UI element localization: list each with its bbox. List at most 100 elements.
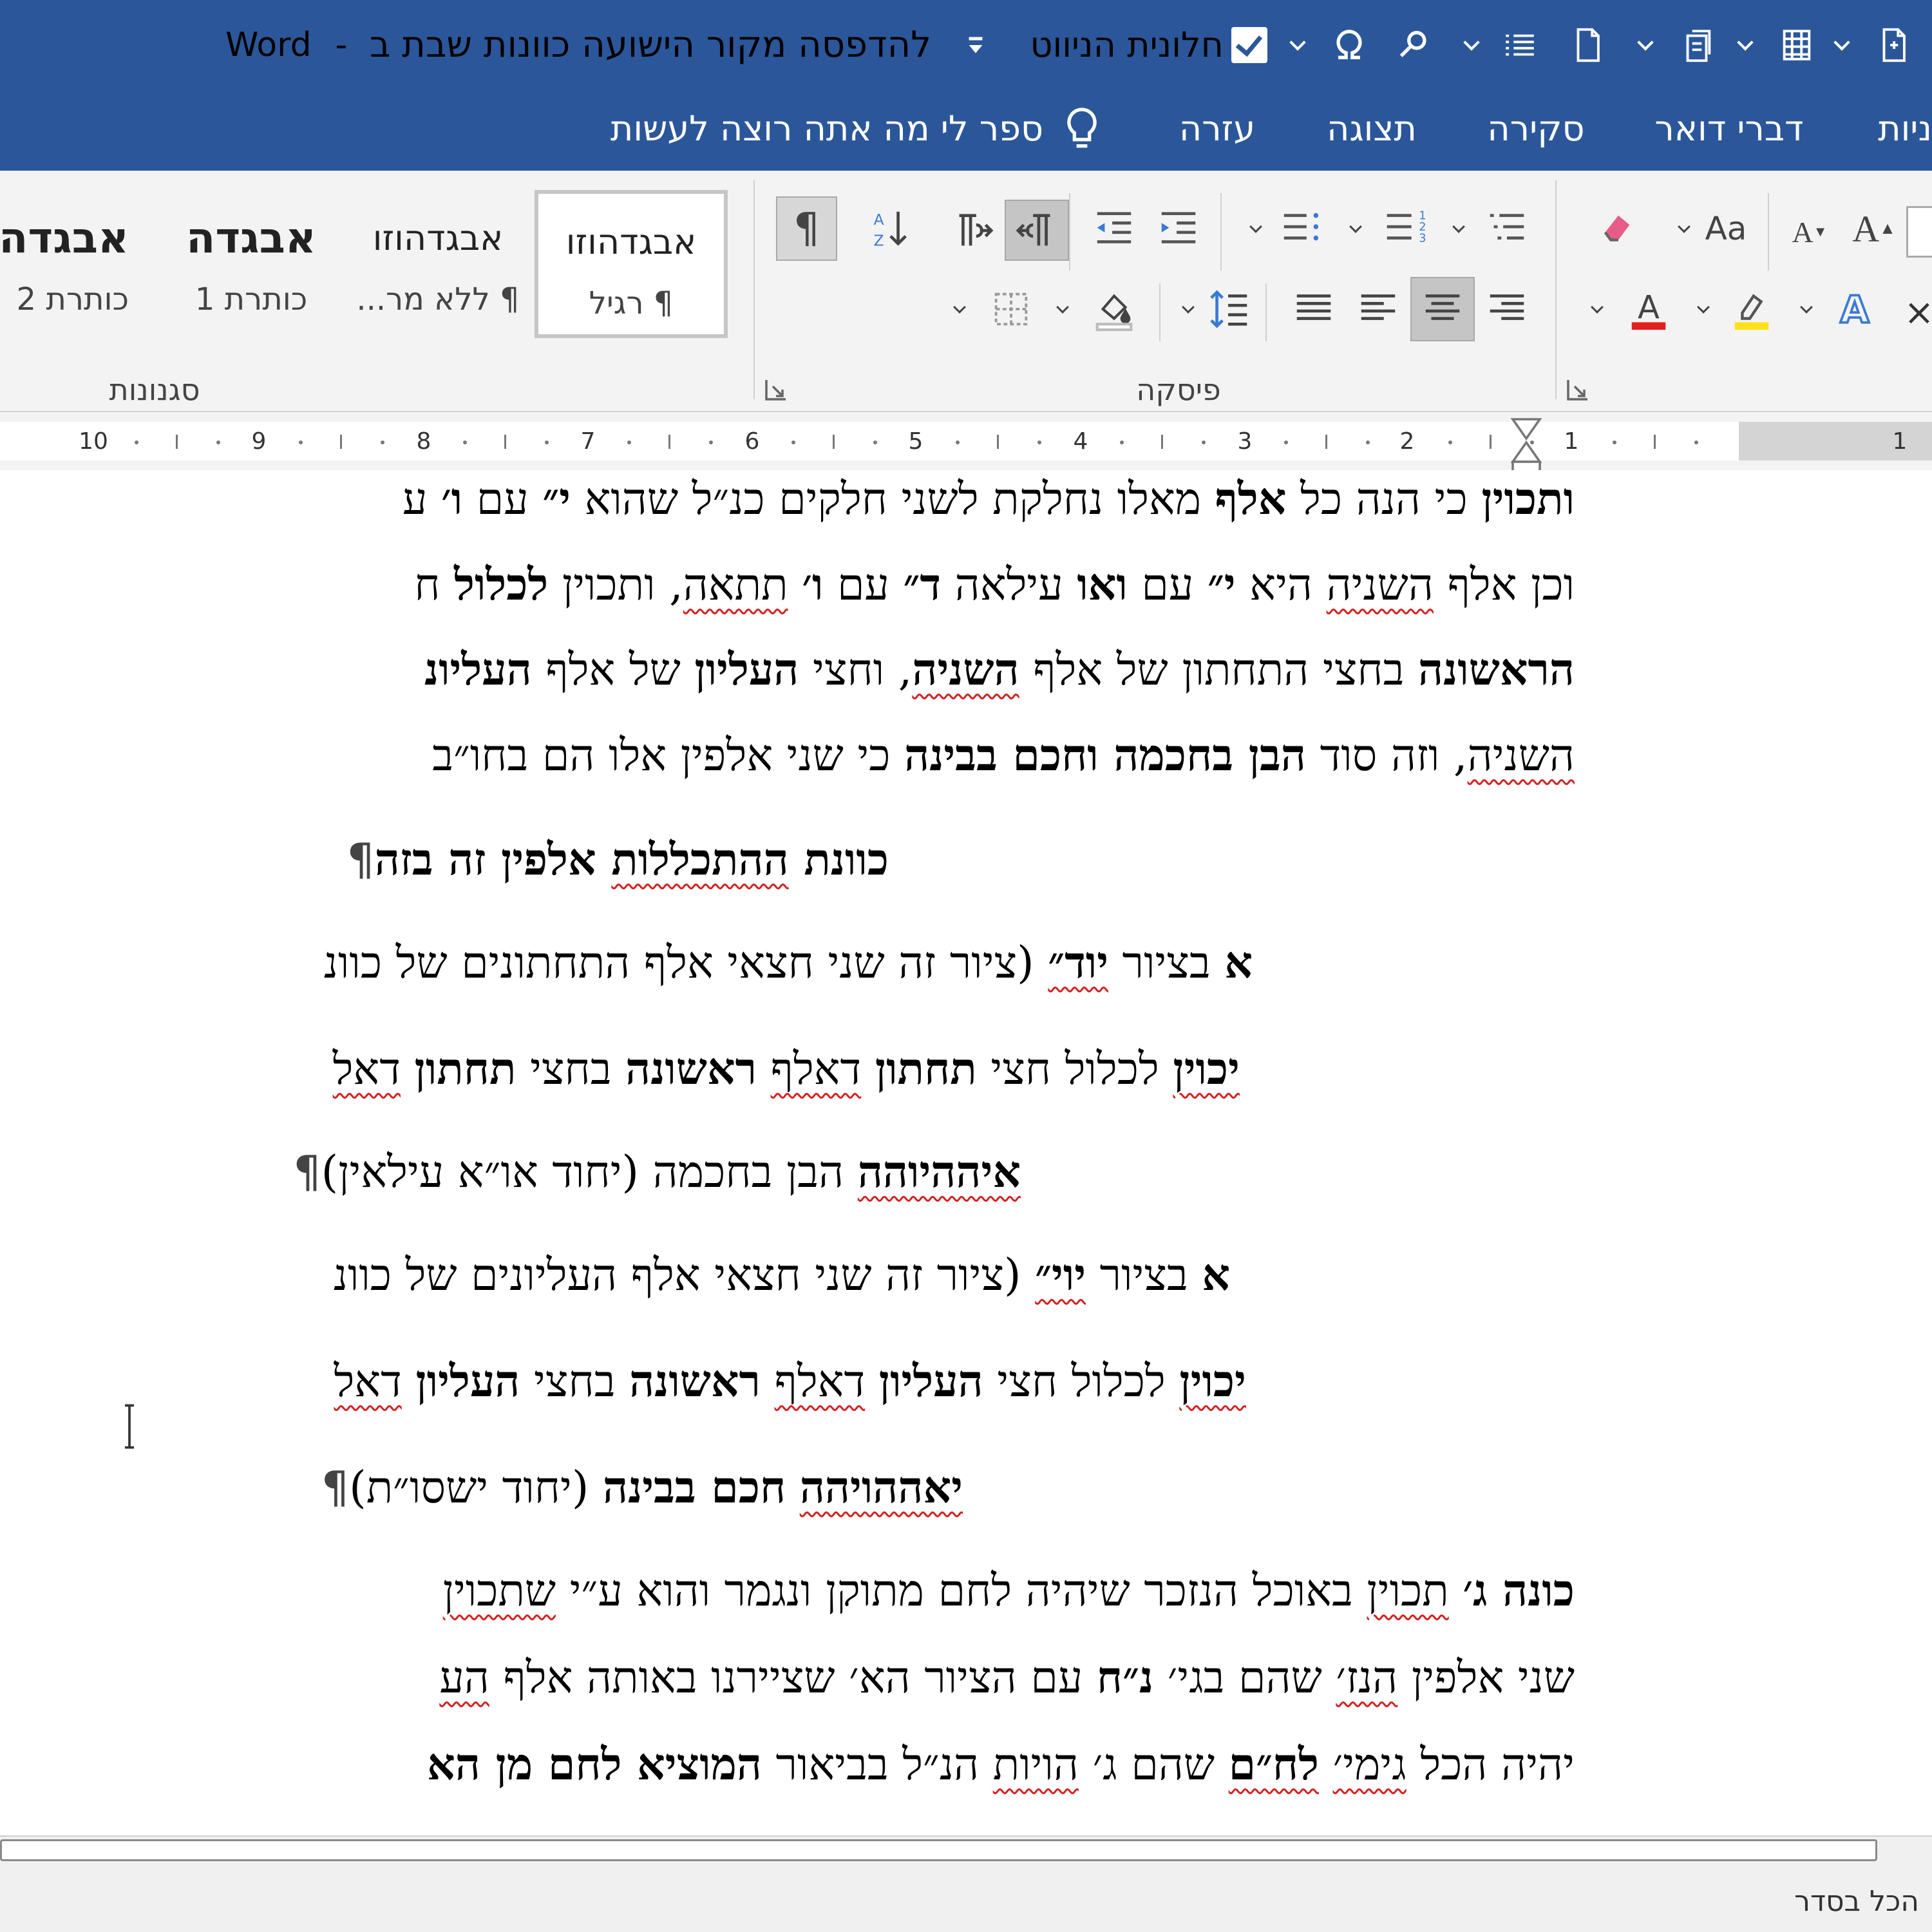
doc-line-10: יכוין לכלול חצי העליון דאלף ראשונה בחצי … [334,1356,1247,1407]
separator [1159,283,1160,341]
find-icon[interactable] [1388,19,1439,71]
tell-me-search[interactable]: ספר לי מה אתה רוצה לעשות [580,103,1043,155]
align-right-icon[interactable] [1475,277,1539,341]
close-icon[interactable]: × [1904,283,1932,341]
increase-indent-icon[interactable] [1146,200,1211,258]
text-effects-icon[interactable]: A [1823,277,1887,341]
doc-line-13: שני אלפין הנז׳ שהם בגי׳ נ״ח עם הציור הא׳… [439,1652,1575,1703]
ruler-dot [1612,440,1616,444]
justify-icon[interactable] [1282,277,1346,341]
tab-partial[interactable]: ניות [1871,103,1932,155]
show-formatting-marks-button[interactable]: ¶ [776,196,837,261]
ruler-dot [134,440,138,444]
qat-dropdown-icon[interactable] [1633,19,1658,71]
multilevel-dropdown-icon[interactable] [1449,219,1468,238]
app-name: Word [225,26,312,64]
nav-pane-label[interactable]: חלונית הניווט [1030,19,1224,71]
style-label: כותרת 1 [194,281,308,317]
multilevel-list-icon[interactable] [1475,200,1539,258]
align-left-icon[interactable] [1346,277,1410,341]
highlight-dropdown-icon[interactable] [1694,299,1713,319]
ruler-dot [1283,440,1288,444]
style-sample: אבגדהוזו [372,218,504,258]
doc-line-14: יהיה הכל גימי׳ לח״ם שהם ג׳ הויות הנ״ל בב… [427,1739,1575,1790]
align-center-button[interactable] [1410,277,1475,341]
ruler-number: 10 [79,428,108,455]
scrollbar-thumb[interactable] [0,1839,1877,1861]
style-label: ¶ ללא מר... [356,281,520,317]
line-spacing-dropdown-icon[interactable] [1179,299,1198,319]
new-document-icon[interactable] [1868,19,1919,71]
qat-dropdown-icon[interactable] [1285,19,1311,71]
separator [1069,193,1070,270]
font-dialog-launcher-icon[interactable] [1565,377,1591,402]
doc-heading-2: איההיוהה הבן בחכמה (יחוד או״א עילאין)¶ [293,1146,1021,1198]
numbering-dropdown-icon[interactable] [1346,219,1365,238]
ruler-tick [1325,435,1327,449]
ruler-dot [627,440,631,444]
title-separator: - [335,26,348,64]
decrease-indent-icon[interactable] [1082,200,1146,258]
text-effects-dropdown-icon[interactable] [1797,299,1816,319]
sort-icon[interactable]: AZ [857,196,921,261]
symbol-omega-icon[interactable] [1320,19,1378,71]
ruler-number: 1 [1564,428,1579,455]
font-size-box[interactable] [1906,206,1932,258]
separator [1768,193,1769,270]
doc-line-4: השניה, וזה סוד הבן בחכמה וחכם בבינה כי ש… [432,730,1575,781]
rtl-direction-button[interactable] [1005,200,1069,261]
qat-dropdown-icon[interactable] [1459,19,1484,71]
ruler-dot [1448,440,1452,444]
grow-font-button[interactable]: A ▲ [1848,200,1900,258]
nav-pane-checkbox[interactable] [1231,27,1267,63]
line-spacing-icon[interactable] [1198,277,1262,341]
font-color-icon[interactable]: A [1616,277,1681,341]
lightbulb-icon[interactable] [1056,103,1108,155]
list-view-icon[interactable] [1494,19,1546,71]
paragraph-group-label: פיסקה [1136,372,1221,407]
font-color-dropdown-icon[interactable] [1587,299,1607,319]
numbering-icon[interactable]: 123 [1372,200,1436,258]
borders-icon[interactable] [979,277,1043,341]
status-bar [0,1865,1932,1932]
style-heading-2[interactable]: אבגדה כותרת 2 [0,190,129,338]
bullets-icon[interactable] [1269,200,1333,258]
table-icon[interactable] [1771,19,1823,71]
page-layout-icon[interactable] [1671,19,1723,71]
ruler-dot [955,440,960,444]
style-heading-1[interactable]: אבגדה כותרת 1 [161,190,341,338]
ruler-number: 4 [1073,428,1088,455]
change-case-dropdown-icon[interactable] [1674,219,1694,238]
bullets-dropdown-icon[interactable] [1246,219,1265,238]
shading-dropdown-icon[interactable] [1053,299,1072,319]
separator [1220,193,1222,270]
ltr-direction-button[interactable] [940,200,1005,261]
status-text[interactable]: הכל בסדר [1674,1879,1919,1924]
ruler-tick [1489,435,1492,449]
blank-page-icon[interactable] [1562,19,1613,71]
styles-group-label: סגנונות [109,372,200,407]
qat-dropdown-icon[interactable] [1829,19,1855,71]
paragraph-dialog-launcher-icon[interactable] [763,377,789,402]
clear-formatting-icon[interactable] [1584,200,1649,258]
group-separator [1555,180,1557,399]
qat-dropdown-icon[interactable] [1732,19,1758,71]
tab-help[interactable]: עזרה [1172,103,1262,155]
customize-qat-icon[interactable] [960,19,992,71]
style-sample: אבגדהוזו [565,222,697,262]
shrink-font-button[interactable]: A ▼ [1784,206,1835,258]
style-sample: אבגדה [0,213,129,263]
borders-dropdown-icon[interactable] [950,299,969,319]
tab-view[interactable]: תצוגה [1320,103,1423,155]
tab-review[interactable]: סקירה [1481,103,1591,155]
ruler-tick [1160,435,1163,449]
shading-icon[interactable] [1082,277,1146,341]
style-no-spacing[interactable]: אבגדהוזו ¶ ללא מר... [348,190,528,338]
style-normal[interactable]: אבגדהוזו ¶ רגיל [535,190,728,338]
ruler-number: 6 [744,428,760,455]
change-case-button[interactable]: Aa [1694,203,1758,254]
tab-mailings[interactable]: דברי דואר [1649,103,1810,155]
highlight-color-icon[interactable] [1719,277,1784,341]
ruler-dot [791,440,795,444]
doc-heading-3: יאההויהה חכם בבינה (יחוד ישסו״ת)¶ [321,1462,963,1513]
